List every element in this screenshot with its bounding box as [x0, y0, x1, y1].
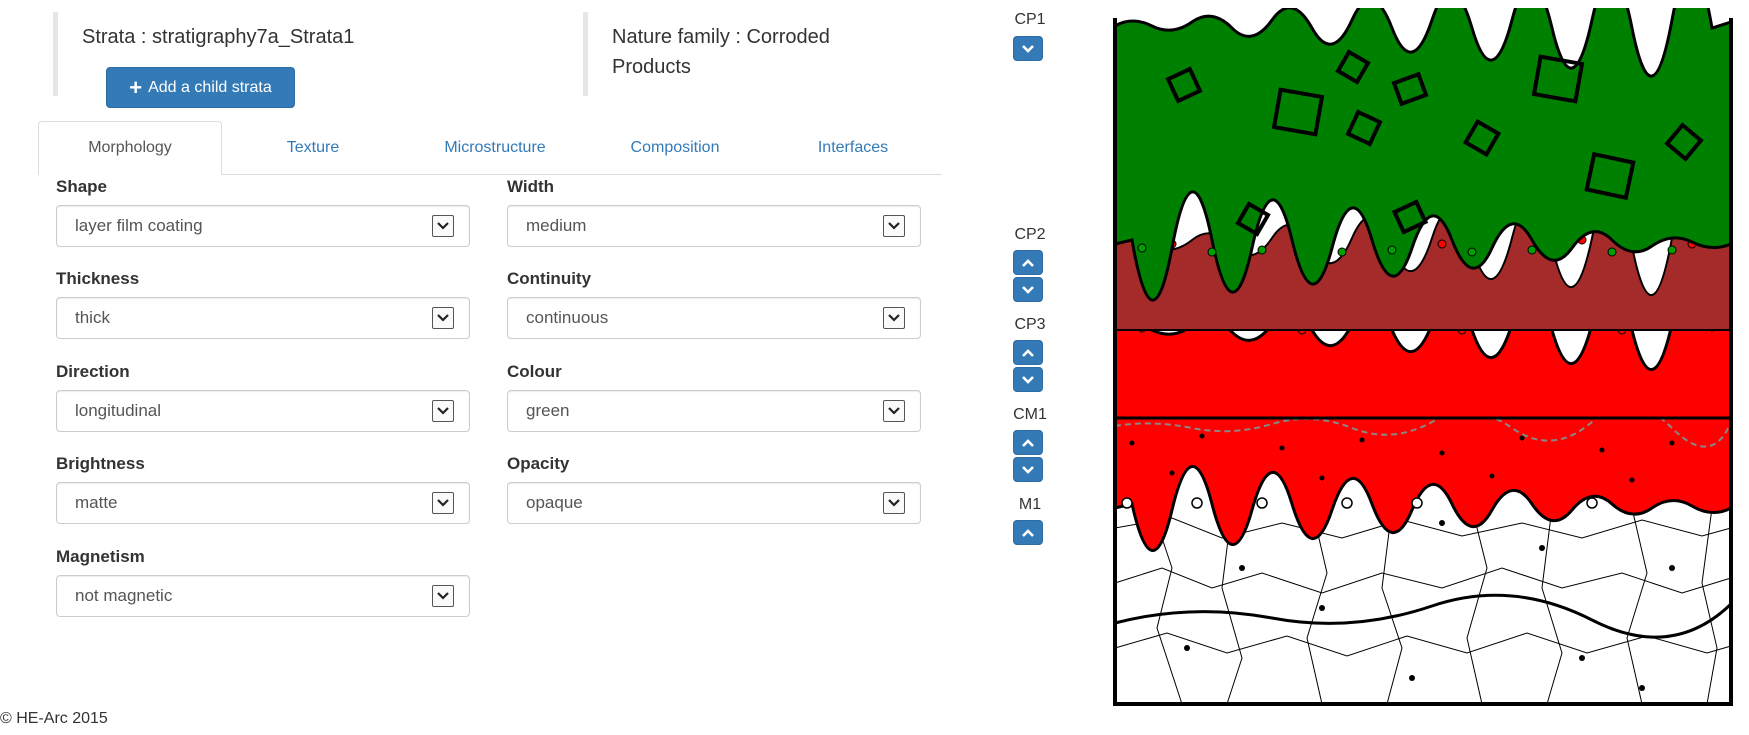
select-arrow-icon — [432, 492, 454, 514]
magnetism-value: not magnetic — [75, 586, 173, 605]
direction-value: longitudinal — [75, 401, 162, 420]
select-arrow-icon — [432, 400, 454, 422]
select-arrow-icon — [883, 215, 905, 237]
strata-title: Strata : stratigraphy7a_Strata1 — [82, 26, 355, 48]
thickness-label: Thickness — [56, 269, 140, 288]
stratigraphy-diagram — [1113, 8, 1733, 706]
opacity-label: Opacity — [507, 454, 570, 473]
tab-microstructure[interactable]: Microstructure — [404, 121, 586, 174]
cp1-move-down-button[interactable] — [1013, 36, 1043, 61]
m1-move-up-button[interactable] — [1013, 520, 1043, 545]
footer-copyright: © HE-Arc 2015 — [0, 710, 108, 727]
shape-select[interactable]: layer film coating — [56, 205, 470, 247]
opacity-select[interactable]: opaque — [507, 482, 921, 524]
chevron-up-icon — [1022, 528, 1034, 537]
continuity-value: continuous — [526, 308, 609, 327]
direction-select[interactable]: longitudinal — [56, 390, 470, 432]
tab-texture[interactable]: Texture — [222, 121, 404, 174]
colour-label: Colour — [507, 362, 562, 381]
select-arrow-icon — [883, 400, 905, 422]
select-arrow-icon — [432, 307, 454, 329]
tab-composition[interactable]: Composition — [586, 121, 764, 174]
width-label: Width — [507, 177, 555, 196]
cp2-move-down-button[interactable] — [1013, 277, 1043, 302]
add-child-strata-label: Add a child strata — [148, 78, 272, 96]
chevron-down-icon — [1022, 465, 1034, 474]
layer-label-cp1: CP1 — [1014, 11, 1046, 28]
chevron-down-icon — [1022, 375, 1034, 384]
add-child-strata-button[interactable]: + Add a child strata — [106, 67, 295, 108]
brightness-value: matte — [75, 493, 118, 512]
continuity-select[interactable]: continuous — [507, 297, 921, 339]
opacity-value: opaque — [526, 493, 583, 512]
nature-family-box: Nature family : Corroded Products — [583, 12, 912, 96]
brightness-label: Brightness — [56, 454, 145, 473]
magnetism-select[interactable]: not magnetic — [56, 575, 470, 617]
shape-value: layer film coating — [75, 216, 203, 235]
chevron-up-icon — [1022, 348, 1034, 357]
thickness-select[interactable]: thick — [56, 297, 470, 339]
colour-value: green — [526, 401, 570, 420]
tab-interfaces[interactable]: Interfaces — [764, 121, 942, 174]
brightness-select[interactable]: matte — [56, 482, 470, 524]
select-arrow-icon — [883, 307, 905, 329]
magnetism-label: Magnetism — [56, 547, 145, 566]
direction-label: Direction — [56, 362, 130, 381]
layer-label-cp3: CP3 — [1014, 316, 1046, 333]
tab-morphology[interactable]: Morphology — [38, 121, 222, 175]
width-value: medium — [526, 216, 587, 235]
select-arrow-icon — [432, 215, 454, 237]
tab-bar: Morphology Texture Microstructure Compos… — [38, 121, 942, 175]
plus-icon: + — [129, 74, 143, 100]
cm1-move-up-button[interactable] — [1013, 430, 1043, 455]
chevron-up-icon — [1022, 258, 1034, 267]
select-arrow-icon — [883, 492, 905, 514]
select-arrow-icon — [432, 585, 454, 607]
cp2-move-up-button[interactable] — [1013, 250, 1043, 275]
chevron-down-icon — [1022, 44, 1034, 53]
layer-label-cm1: CM1 — [1013, 406, 1047, 423]
cp3-move-up-button[interactable] — [1013, 340, 1043, 365]
width-select[interactable]: medium — [507, 205, 921, 247]
chevron-down-icon — [1022, 285, 1034, 294]
nature-family-line2: Products — [612, 56, 691, 78]
nature-family-line1: Nature family : Corroded — [612, 26, 830, 48]
chevron-up-icon — [1022, 438, 1034, 447]
colour-select[interactable]: green — [507, 390, 921, 432]
cm1-move-down-button[interactable] — [1013, 457, 1043, 482]
shape-label: Shape — [56, 177, 108, 196]
layer-label-m1: M1 — [1018, 496, 1042, 513]
layer-label-cp2: CP2 — [1014, 226, 1046, 243]
continuity-label: Continuity — [507, 269, 592, 288]
thickness-value: thick — [75, 308, 110, 327]
cp3-move-down-button[interactable] — [1013, 367, 1043, 392]
